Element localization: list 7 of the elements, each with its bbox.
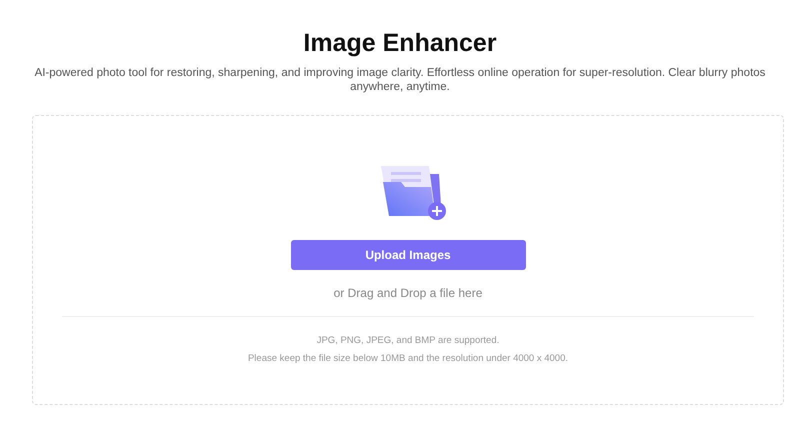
upload-button[interactable]: Upload Images: [290, 240, 526, 270]
page-title: Image Enhancer: [302, 28, 498, 58]
drop-zone[interactable]: Upload Images or Drag and Drop a file here JPG, PNG, JPEG, and BMP are supported. Please keep the file size below 10MB and the resolution under 4000 x 4000.: [32, 115, 784, 405]
format-note: Please keep the file size below 10MB and the resolution under 4000 x 4000.: [248, 353, 568, 365]
drag-drop-hint: or Drag and Drop a file here: [334, 286, 482, 300]
format-note: JPG, PNG, JPEG, and BMP are supported.: [316, 335, 500, 347]
description: AI-powered photo tool for restoring, sharpening, and improving image clarity. Effortless online operation for super-resolution. Clear blurry photos anywhere, anytime.: [34, 66, 766, 94]
